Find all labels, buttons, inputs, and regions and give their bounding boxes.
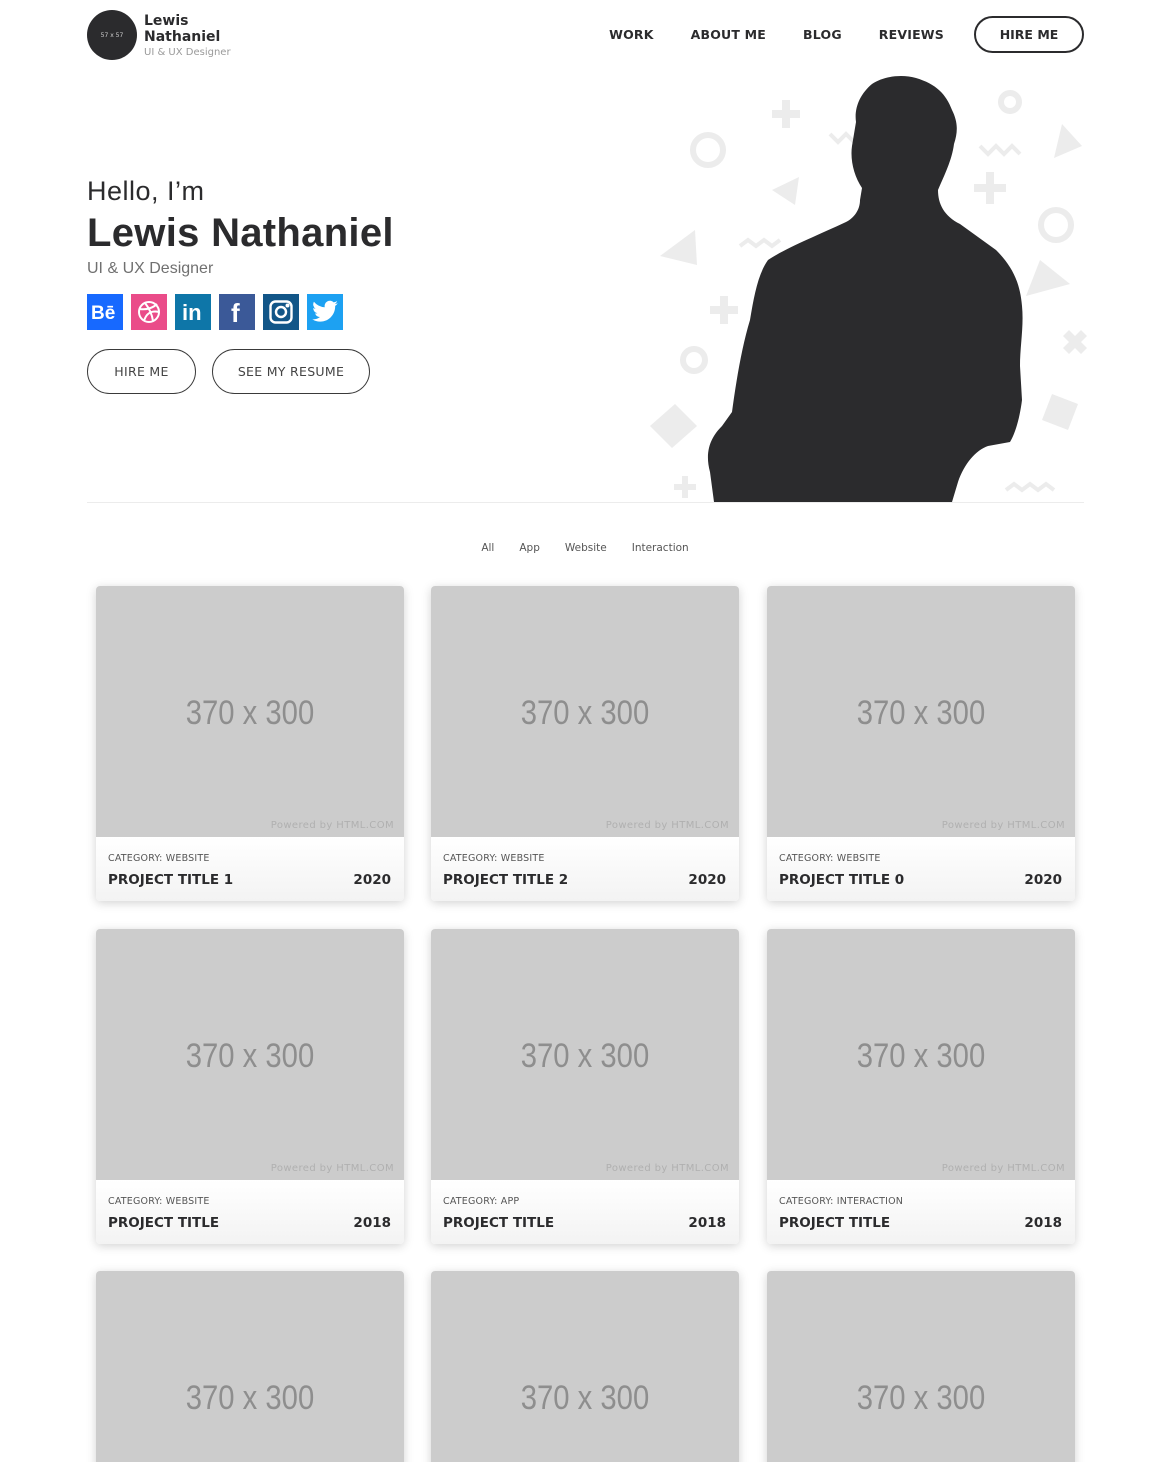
- image-placeholder-size: 370 x 300: [856, 1037, 986, 1075]
- powered-by-text: Powered by HTML.COM: [270, 820, 394, 831]
- hero-buttons: HIRE ME SEE MY RESUME: [87, 349, 394, 394]
- project-card[interactable]: 370 x 300: [96, 1271, 404, 1462]
- project-category: CATEGORY: INTERACTION: [779, 1196, 904, 1207]
- brand-name: Lewis Nathaniel: [144, 12, 221, 45]
- site-header: 57 x 57 Lewis Nathaniel UI & UX Designer…: [0, 0, 1170, 70]
- project-image: 370 x 300 Powered by HTML.COM: [767, 586, 1075, 837]
- project-card[interactable]: 370 x 300 Powered by HTML.COM CATEGORY: …: [431, 586, 739, 901]
- project-image: 370 x 300 Powered by HTML.COM: [96, 929, 404, 1180]
- powered-by-text: Powered by HTML.COM: [941, 1163, 1065, 1174]
- section-divider: [87, 502, 1084, 503]
- nav-item-blog[interactable]: BLOG: [803, 27, 842, 42]
- project-image: 370 x 300 Powered by HTML.COM: [431, 586, 739, 837]
- hero-section: Hello, I’m Lewis Nathaniel UI & UX Desig…: [87, 176, 394, 394]
- hero-role: UI & UX Designer: [87, 260, 214, 277]
- project-card[interactable]: 370 x 300 Powered by HTML.COM CATEGORY: …: [96, 586, 404, 901]
- powered-by-text: Powered by HTML.COM: [605, 1163, 729, 1174]
- svg-text:in: in: [182, 300, 202, 324]
- nav-item-about-me[interactable]: ABOUT ME: [691, 27, 766, 42]
- image-placeholder-size: 370 x 300: [185, 1379, 315, 1417]
- avatar: 57 x 57: [87, 10, 137, 60]
- project-title: PROJECT TITLE: [443, 1215, 555, 1231]
- filter-website[interactable]: Website: [565, 542, 607, 554]
- project-image: 370 x 300 Powered by HTML.COM: [431, 929, 739, 1180]
- project-card[interactable]: 370 x 300 Powered by HTML.COM CATEGORY: …: [96, 929, 404, 1244]
- project-year: 2020: [1024, 872, 1062, 888]
- project-image: 370 x 300: [431, 1271, 739, 1462]
- brand-logo[interactable]: 57 x 57 Lewis Nathaniel UI & UX Designer: [87, 10, 234, 60]
- powered-by-text: Powered by HTML.COM: [605, 820, 729, 831]
- powered-by-text: Powered by HTML.COM: [270, 1163, 394, 1174]
- hero-name: Lewis Nathaniel: [87, 211, 394, 255]
- project-category: CATEGORY: WEBSITE: [443, 853, 545, 864]
- nav-item-work[interactable]: WORK: [609, 27, 654, 42]
- project-card[interactable]: 370 x 300: [767, 1271, 1075, 1462]
- project-info: CATEGORY: WEBSITE PROJECT TITLE 1 2020: [96, 837, 404, 901]
- powered-by-text: Powered by HTML.COM: [941, 820, 1065, 831]
- project-title: PROJECT TITLE: [108, 1215, 220, 1231]
- project-year: 2020: [353, 872, 391, 888]
- project-category: CATEGORY: APP: [443, 1196, 520, 1207]
- project-filters: All App Website Interaction: [0, 542, 1170, 554]
- project-year: 2018: [353, 1215, 391, 1231]
- brand-text: Lewis Nathaniel UI & UX Designer: [144, 13, 234, 58]
- facebook-icon[interactable]: f: [219, 294, 255, 330]
- image-placeholder-size: 370 x 300: [185, 694, 315, 732]
- nav-hire-me-button[interactable]: HIRE ME: [974, 16, 1084, 53]
- project-card[interactable]: 370 x 300 Powered by HTML.COM CATEGORY: …: [767, 929, 1075, 1244]
- project-category: CATEGORY: WEBSITE: [108, 853, 210, 864]
- filter-interaction[interactable]: Interaction: [632, 542, 689, 554]
- hero-greeting: Hello, I’m: [87, 176, 205, 206]
- project-info: CATEGORY: WEBSITE PROJECT TITLE 2018: [96, 1180, 404, 1244]
- project-image: 370 x 300: [96, 1271, 404, 1462]
- behance-icon[interactable]: Bē: [87, 294, 123, 330]
- dribbble-icon[interactable]: [131, 294, 167, 330]
- project-year: 2018: [1024, 1215, 1062, 1231]
- project-category: CATEGORY: WEBSITE: [108, 1196, 210, 1207]
- project-info: CATEGORY: WEBSITE PROJECT TITLE 2 2020: [431, 837, 739, 901]
- nav-item-reviews[interactable]: REVIEWS: [879, 27, 944, 42]
- hire-me-button[interactable]: HIRE ME: [87, 349, 196, 394]
- hero-illustration: [640, 70, 1100, 502]
- image-placeholder-size: 370 x 300: [856, 694, 986, 732]
- instagram-icon[interactable]: [263, 294, 299, 330]
- project-title: PROJECT TITLE: [779, 1215, 891, 1231]
- svg-text:Bē: Bē: [91, 303, 115, 323]
- project-info: CATEGORY: APP PROJECT TITLE 2018: [431, 1180, 739, 1244]
- linkedin-icon[interactable]: in: [175, 294, 211, 330]
- project-info: CATEGORY: INTERACTION PROJECT TITLE 2018: [767, 1180, 1075, 1244]
- project-year: 2018: [688, 1215, 726, 1231]
- project-card[interactable]: 370 x 300 Powered by HTML.COM CATEGORY: …: [431, 929, 739, 1244]
- svg-text:f: f: [231, 299, 240, 325]
- project-info: CATEGORY: WEBSITE PROJECT TITLE 0 2020: [767, 837, 1075, 901]
- project-image: 370 x 300: [767, 1271, 1075, 1462]
- image-placeholder-size: 370 x 300: [185, 1037, 315, 1075]
- project-category: CATEGORY: WEBSITE: [779, 853, 881, 864]
- brand-role: UI & UX Designer: [144, 46, 231, 58]
- project-title: PROJECT TITLE 1: [108, 872, 234, 888]
- twitter-icon[interactable]: [307, 294, 343, 330]
- project-card[interactable]: 370 x 300: [431, 1271, 739, 1462]
- image-placeholder-size: 370 x 300: [520, 1379, 650, 1417]
- image-placeholder-size: 370 x 300: [520, 1037, 650, 1075]
- see-resume-button[interactable]: SEE MY RESUME: [212, 349, 370, 394]
- main-nav: WORK ABOUT ME BLOG REVIEWS HIRE ME: [572, 16, 1084, 53]
- project-title: PROJECT TITLE 2: [443, 872, 569, 888]
- person-silhouette-icon: [707, 76, 1023, 502]
- image-placeholder-size: 370 x 300: [520, 694, 650, 732]
- project-image: 370 x 300 Powered by HTML.COM: [96, 586, 404, 837]
- project-year: 2020: [688, 872, 726, 888]
- social-links: Bē in f: [87, 294, 394, 330]
- project-card[interactable]: 370 x 300 Powered by HTML.COM CATEGORY: …: [767, 586, 1075, 901]
- filter-all[interactable]: All: [481, 542, 494, 554]
- image-placeholder-size: 370 x 300: [856, 1379, 986, 1417]
- project-title: PROJECT TITLE 0: [779, 872, 905, 888]
- project-image: 370 x 300 Powered by HTML.COM: [767, 929, 1075, 1180]
- filter-app[interactable]: App: [519, 542, 540, 554]
